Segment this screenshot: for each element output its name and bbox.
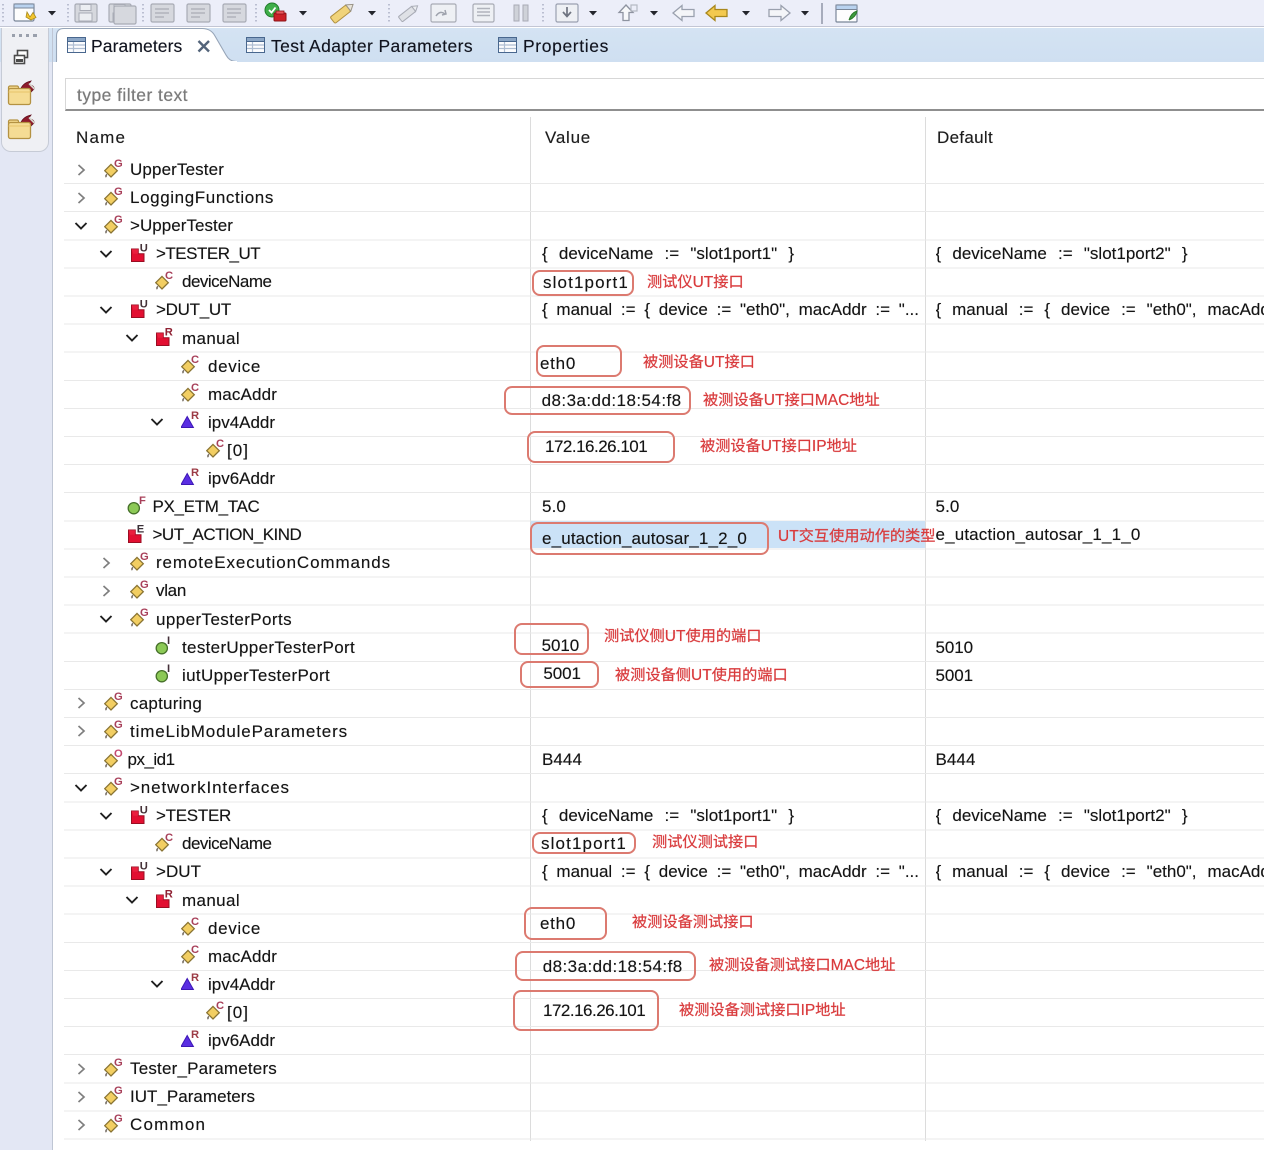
svg-text:E: E [136, 524, 144, 536]
svg-text:G: G [114, 187, 123, 198]
svg-text:G: G [114, 159, 123, 170]
svg-text:R: R [191, 1030, 199, 1041]
svg-text:G: G [114, 215, 123, 226]
svg-text:C: C [216, 439, 224, 450]
svg-text:G: G [114, 1058, 123, 1069]
svg-text:F: F [139, 496, 146, 507]
svg-text:U: U [139, 243, 147, 255]
svg-text:UT: UT [665, 628, 686, 645]
svg-text:G: G [114, 692, 123, 703]
svg-text:U: U [139, 805, 147, 817]
svg-text:G: G [114, 777, 123, 788]
svg-text:I: I [167, 636, 170, 647]
svg-text:C: C [216, 1001, 224, 1012]
svg-text:G: G [114, 1114, 123, 1125]
svg-text:G: G [140, 608, 149, 619]
svg-text:G: G [114, 720, 123, 731]
svg-text:C: C [165, 271, 173, 282]
svg-text:IP: IP [812, 438, 827, 455]
svg-text:R: R [191, 411, 199, 422]
svg-text:I: I [167, 664, 170, 675]
svg-text:O: O [114, 749, 123, 760]
svg-text:G: G [140, 552, 149, 563]
svg-text:G: G [140, 580, 149, 591]
svg-text:MAC: MAC [815, 392, 849, 409]
svg-text:C: C [191, 917, 199, 928]
svg-text:C: C [191, 383, 199, 394]
svg-text:U: U [139, 299, 147, 311]
svg-text:UT: UT [764, 392, 785, 409]
svg-text:R: R [191, 973, 199, 984]
svg-text:U: U [139, 861, 147, 873]
svg-text:R: R [165, 327, 173, 339]
svg-text:G: G [114, 1086, 123, 1097]
svg-text:IP: IP [800, 1002, 815, 1019]
svg-text:R: R [165, 889, 173, 901]
svg-text:C: C [191, 945, 199, 956]
svg-text:R: R [191, 468, 199, 479]
svg-text:C: C [191, 355, 199, 366]
svg-text:MAC: MAC [831, 957, 865, 974]
svg-text:UT: UT [704, 354, 725, 371]
svg-text:UT: UT [761, 438, 782, 455]
svg-text:C: C [165, 833, 173, 844]
svg-text:UT: UT [691, 667, 712, 684]
svg-text:UT: UT [693, 274, 714, 291]
svg-text:UT: UT [778, 528, 799, 545]
